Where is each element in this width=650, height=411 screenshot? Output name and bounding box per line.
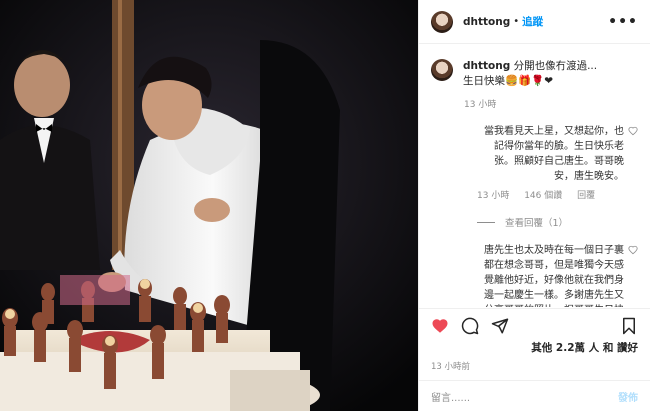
comment-icon[interactable] <box>461 317 479 335</box>
post-time: 13 小時前 <box>431 362 471 372</box>
comment-meta: 13 小時 146 個讚 回覆 <box>477 188 650 201</box>
comment-text: 唐先生也太及時在每一個日子裏都在想念哥哥，但是唯獨今天感覺離他好近，好像他就在我… <box>484 245 624 307</box>
comment-item: 當我看見天上星，又想起你，也記得你當年的臉。生日快乐老张。照顧好自己唐生。哥哥晚… <box>419 124 650 184</box>
instagram-post-window: dhttong • 追蹤 ••• dhttong 分開也像冇渡過... 生日快樂… <box>0 0 650 411</box>
comment-like-icon[interactable] <box>628 126 638 136</box>
post-comment-button[interactable]: 發佈 <box>618 389 638 404</box>
comments-list[interactable]: dhttong 分開也像冇渡過... 生日快樂🍔🎁🌹❤ 13 小時 當我看見天上… <box>419 45 650 307</box>
header-username[interactable]: dhttong <box>463 16 510 28</box>
more-options-icon[interactable]: ••• <box>608 14 638 30</box>
comment-like-icon[interactable] <box>628 245 638 255</box>
caption-line2: 生日快樂🍔🎁🌹❤ <box>463 75 554 87</box>
caption-username[interactable]: dhttong <box>463 60 510 72</box>
post-photo[interactable] <box>0 0 418 411</box>
heart-filled-icon[interactable] <box>431 317 449 335</box>
post-caption: dhttong 分開也像冇渡過... 生日快樂🍔🎁🌹❤ <box>419 45 650 89</box>
reply-button[interactable]: 回覆 <box>577 191 595 201</box>
post-header: dhttong • 追蹤 ••• <box>419 0 650 44</box>
caption-avatar[interactable] <box>431 59 453 81</box>
action-bar <box>419 308 650 342</box>
header-separator: • <box>513 16 520 27</box>
comments-panel: dhttong • 追蹤 ••• dhttong 分開也像冇渡過... 生日快樂… <box>418 0 650 411</box>
follow-button[interactable]: 追蹤 <box>522 14 543 29</box>
add-comment-bar: 留言...... 發佈 <box>419 380 650 411</box>
comment-input[interactable]: 留言...... <box>431 389 470 404</box>
caption-time: 13 小時 <box>464 100 497 110</box>
bookmark-icon[interactable] <box>620 317 638 335</box>
replies-divider <box>477 221 495 223</box>
avatar[interactable] <box>431 10 453 33</box>
comment-time: 13 小時 <box>477 191 510 201</box>
likes-count[interactable]: 其他 2.2萬 人 和 讚好 <box>531 340 638 355</box>
share-icon[interactable] <box>491 317 509 335</box>
comment-likes[interactable]: 146 個讚 <box>524 191 562 201</box>
view-replies[interactable]: 查看回覆（1） <box>477 215 650 229</box>
comment-item: 唐先生也太及時在每一個日子裏都在想念哥哥，但是唯獨今天感覺離他好近，好像他就在我… <box>419 243 650 307</box>
birthday-photo-illustration <box>0 0 418 411</box>
view-replies-label[interactable]: 查看回覆（1） <box>505 215 568 229</box>
caption-line1: 分開也像冇渡過... <box>513 60 598 72</box>
comment-text: 當我看見天上星，又想起你，也記得你當年的臉。生日快乐老张。照顧好自己唐生。哥哥晚… <box>484 126 624 182</box>
